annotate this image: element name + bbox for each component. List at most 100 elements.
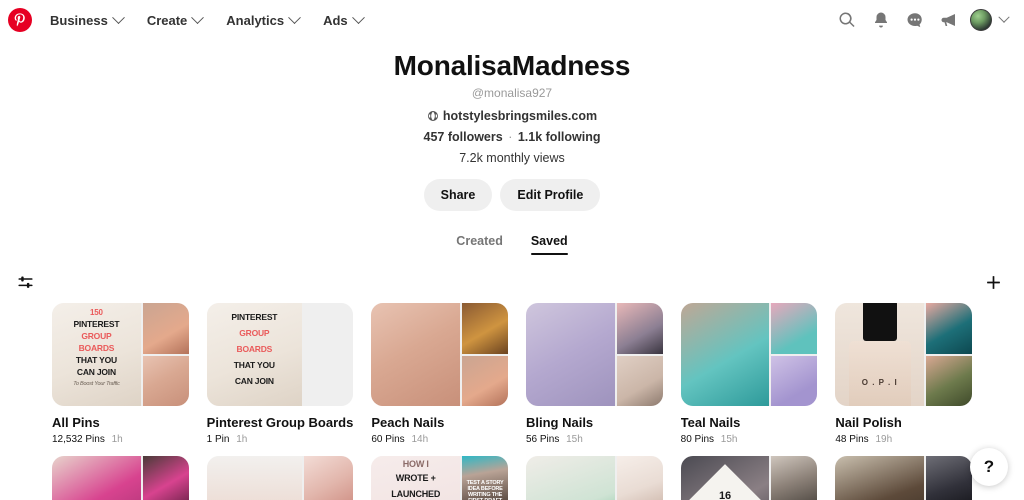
- board-meta: 12,532 Pins 1h: [52, 433, 189, 446]
- board-card-teal-nails[interactable]: Teal Nails 80 Pins 15h: [680, 303, 818, 446]
- board-cover-side-images: [303, 456, 354, 500]
- board-card-row2-2[interactable]: [206, 456, 354, 500]
- edit-profile-button[interactable]: Edit Profile: [500, 179, 601, 211]
- board-cover-main-image: [680, 303, 770, 406]
- board-card-bling-nails[interactable]: Bling Nails 56 Pins 15h: [525, 303, 663, 446]
- board-cover-side-images: [771, 456, 818, 500]
- profile-actions: Share Edit Profile: [0, 179, 1024, 211]
- cover-text-block: 16 FALL 2018 SHOWS YOU NEED TO WATCH: [681, 489, 770, 500]
- cover-text-line4: THAT YOU: [233, 360, 275, 370]
- board-updated-age: 14h: [411, 434, 429, 445]
- board-title: Pinterest Group Boards: [206, 415, 354, 430]
- pinterest-logo-icon[interactable]: [8, 8, 32, 32]
- board-card-all-pins[interactable]: 150 PINTEREST GROUP BOARDS THAT YOU CAN …: [52, 303, 189, 446]
- cover-text-script: To Boost Your Traffic: [73, 381, 120, 387]
- share-button[interactable]: Share: [423, 179, 493, 211]
- board-cover: PINTEREST GROUP BOARDS THAT YOU CAN JOIN: [206, 303, 354, 406]
- tab-created[interactable]: Created: [456, 234, 503, 255]
- board-pin-count: 80 Pins: [680, 434, 715, 445]
- announcements-button[interactable]: [934, 5, 964, 35]
- board-title: Bling Nails: [525, 415, 594, 430]
- cover-text-line0: HOW I: [402, 459, 429, 469]
- sort-filter-button[interactable]: [10, 267, 40, 297]
- profile-handle: @monalisa927: [471, 86, 553, 100]
- chevron-down-icon: [111, 10, 125, 24]
- avatar[interactable]: [970, 9, 992, 31]
- board-card-row2-3[interactable]: HOW I WROTE + LAUNCHED AN EBOOK in just …: [371, 456, 508, 500]
- nav-item-ads[interactable]: Ads: [311, 7, 375, 34]
- boards-toolbar: [0, 255, 1024, 297]
- board-cover-side-images: [303, 303, 354, 406]
- board-updated-age: 1h: [111, 434, 123, 445]
- board-cover-side-image-1: [926, 303, 972, 354]
- board-cover-main-image: [835, 456, 925, 500]
- board-card-row2-4[interactable]: 37 MERMAID CRAFTS YOU'LL WANT TO MAKE!: [525, 456, 663, 500]
- chevron-down-icon: [191, 10, 205, 24]
- cover-text-line2: LAUNCHED: [391, 489, 441, 499]
- board-pin-count: 1 Pin: [206, 434, 230, 445]
- cover-text-brand: O . P . I: [861, 378, 898, 387]
- polish-bottle-shape: [848, 341, 911, 406]
- board-card-row2-1[interactable]: [52, 456, 189, 500]
- board-cover-main-image: [525, 303, 615, 406]
- board-meta: 48 Pins 19h: [835, 433, 972, 446]
- board-card-row2-6[interactable]: [835, 456, 972, 500]
- board-cover-side-image-2: [142, 355, 189, 406]
- board-title: Peach Nails: [371, 415, 445, 430]
- tab-saved[interactable]: Saved: [530, 234, 568, 255]
- profile-stats: 457 followers · 1.1k following: [0, 129, 1024, 145]
- nav-item-analytics[interactable]: Analytics: [214, 7, 311, 34]
- boards-grid: 150 PINTEREST GROUP BOARDS THAT YOU CAN …: [0, 297, 1024, 500]
- cover-text-line5: CAN JOIN: [76, 367, 116, 377]
- following-count[interactable]: 1.1k following: [518, 130, 601, 144]
- page-title: MonalisaMadness: [393, 50, 631, 81]
- board-pin-count: 60 Pins: [371, 434, 405, 445]
- profile-tabs: Created Saved: [0, 234, 1024, 255]
- board-meta: 80 Pins 15h: [681, 433, 818, 446]
- cover-text-line2: GROUP: [81, 331, 112, 341]
- profile-website[interactable]: hotstylesbringsmiles.com: [0, 108, 1024, 124]
- board-card-row2-5[interactable]: 16 FALL 2018 SHOWS YOU NEED TO WATCH: [680, 456, 818, 500]
- board-cover: [525, 303, 663, 406]
- board-card-nail-polish[interactable]: O . P . I Nail Polish 48 Pins 19h: [835, 303, 972, 446]
- chevron-down-icon: [351, 10, 365, 24]
- board-cover-main-image: [206, 456, 302, 500]
- board-cover-main-image: [371, 303, 461, 406]
- cover-text-line1: PINTEREST: [73, 319, 120, 329]
- account-chevron-down-icon[interactable]: [998, 11, 1010, 23]
- board-cover-main-image: HOW I WROTE + LAUNCHED AN EBOOK in just …: [371, 456, 461, 500]
- board-cover: O . P . I: [835, 303, 972, 406]
- search-icon: [839, 12, 855, 28]
- board-cover-side-image-1: TEST A STORY IDEA BEFORE WRITING THE FIR…: [462, 456, 508, 500]
- cover-text-caption: TEST A STORY IDEA BEFORE WRITING THE FIR…: [466, 480, 504, 500]
- cover-text-line1: PINTEREST: [231, 312, 278, 322]
- board-cover: [371, 303, 508, 406]
- board-pin-count: 12,532 Pins: [52, 434, 105, 445]
- messages-button[interactable]: [900, 5, 930, 35]
- notifications-button[interactable]: [866, 5, 896, 35]
- board-title: All Pins: [52, 415, 100, 430]
- board-cover-main-image: PINTEREST GROUP BOARDS THAT YOU CAN JOIN: [206, 303, 302, 406]
- help-button[interactable]: ?: [970, 448, 1008, 486]
- search-button[interactable]: [832, 5, 862, 35]
- board-cover-side-image-1: [142, 456, 189, 500]
- board-cover-side-image-2: [926, 355, 972, 406]
- cover-text-line2: GROUP: [239, 328, 270, 338]
- create-board-button[interactable]: [978, 267, 1008, 297]
- board-meta: 56 Pins 15h: [526, 433, 663, 446]
- followers-count[interactable]: 457 followers: [424, 130, 503, 144]
- nav-item-business[interactable]: Business: [38, 7, 135, 34]
- board-cover-side-image-1: [926, 456, 972, 500]
- board-cover: 37 MERMAID CRAFTS YOU'LL WANT TO MAKE!: [525, 456, 663, 500]
- board-cover-main-image: [52, 456, 141, 500]
- board-cover-side-image-2: [462, 355, 508, 406]
- board-card-pinterest-group-boards[interactable]: PINTEREST GROUP BOARDS THAT YOU CAN JOIN…: [206, 303, 354, 446]
- board-cover: HOW I WROTE + LAUNCHED AN EBOOK in just …: [371, 456, 508, 500]
- board-card-peach-nails[interactable]: Peach Nails 60 Pins 14h: [371, 303, 508, 446]
- board-pin-count: 48 Pins: [835, 434, 869, 445]
- profile-website-label: hotstylesbringsmiles.com: [442, 109, 598, 123]
- board-cover-main-image: 150 PINTEREST GROUP BOARDS THAT YOU CAN …: [52, 303, 141, 406]
- cover-text-line4: THAT YOU: [75, 355, 117, 365]
- nav-item-create[interactable]: Create: [135, 7, 214, 34]
- board-cover: 16 FALL 2018 SHOWS YOU NEED TO WATCH: [680, 456, 818, 500]
